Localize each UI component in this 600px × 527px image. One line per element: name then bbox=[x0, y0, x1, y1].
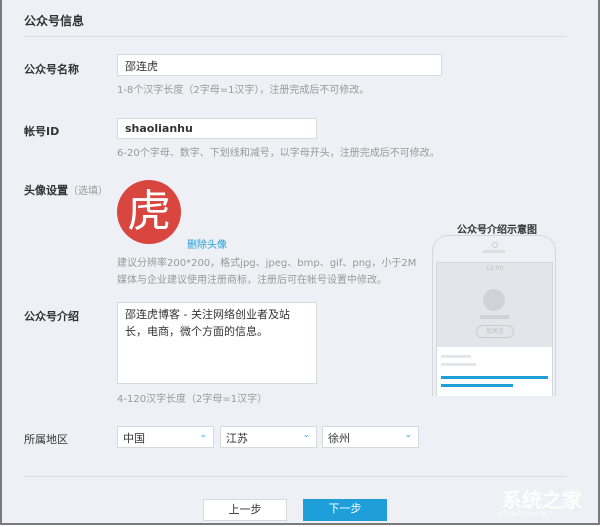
prev-button[interactable]: 上一步 bbox=[203, 499, 287, 521]
country-select[interactable]: 中国 ⌄ bbox=[117, 426, 214, 448]
phone-preview: 12:00 加关注 bbox=[432, 235, 556, 396]
account-id-label: 帐号ID bbox=[24, 125, 60, 138]
avatar-hint-1: 建议分辨率200*200，格式jpg、jpeg、bmp、gif、png，小于2M bbox=[117, 258, 417, 269]
chevron-down-icon: ⌄ bbox=[302, 430, 310, 440]
watermark-sub: XITONGZHIJIA.NET bbox=[497, 511, 553, 518]
watermark-logo: 系统之家 bbox=[502, 488, 582, 512]
intro-textarea[interactable]: 邵连虎博客 - 关注网络创业者及站长，电商，微个方面的信息。 bbox=[117, 302, 317, 384]
region-label: 所属地区 bbox=[24, 433, 68, 446]
registration-form: 公众号信息 公众号名称 邵连虎 1-8个汉字长度（2字母=1汉字），注册完成后不… bbox=[0, 0, 600, 525]
phone-name-placeholder bbox=[480, 315, 509, 319]
account-id-input[interactable]: shaolianhu bbox=[117, 118, 317, 139]
chevron-down-icon: ⌄ bbox=[404, 430, 412, 440]
avatar-hint-2: 媒体与企业建议使用注册商标，注册后可在帐号设置中修改。 bbox=[117, 275, 387, 286]
divider bbox=[24, 476, 567, 477]
chevron-down-icon: ⌄ bbox=[199, 430, 207, 440]
next-button[interactable]: 下一步 bbox=[303, 499, 387, 521]
phone-screen: 12:00 加关注 bbox=[436, 262, 553, 396]
divider bbox=[24, 36, 567, 37]
phone-follow-button: 加关注 bbox=[476, 325, 514, 338]
name-input[interactable]: 邵连虎 bbox=[117, 54, 442, 76]
account-id-hint: 6-20个字母、数字、下划线和减号，以字母开头，注册完成后不可修改。 bbox=[117, 148, 440, 159]
phone-camera-icon bbox=[492, 242, 498, 248]
name-hint: 1-8个汉字长度（2字母=1汉字），注册完成后不可修改。 bbox=[117, 85, 370, 96]
avatar-image: 虎 bbox=[117, 180, 181, 244]
intro-hint: 4-120汉字长度（2字母=1汉字） bbox=[117, 394, 268, 405]
province-select[interactable]: 江苏 ⌄ bbox=[220, 426, 317, 448]
preview-title: 公众号介绍示意图 bbox=[457, 225, 537, 236]
optional-tag: （选填） bbox=[68, 186, 108, 197]
city-select[interactable]: 徐州 ⌄ bbox=[322, 426, 419, 448]
section-title: 公众号信息 bbox=[24, 14, 85, 28]
phone-time: 12:00 bbox=[485, 265, 504, 272]
name-label: 公众号名称 bbox=[24, 63, 79, 76]
delete-avatar-link[interactable]: 删除头像 bbox=[187, 236, 227, 251]
phone-speaker bbox=[483, 250, 505, 253]
avatar-label: 头像设置（选填） bbox=[24, 184, 108, 197]
intro-label: 公众号介绍 bbox=[24, 310, 79, 323]
phone-avatar-icon bbox=[483, 289, 505, 311]
phone-intro-area bbox=[437, 347, 552, 396]
